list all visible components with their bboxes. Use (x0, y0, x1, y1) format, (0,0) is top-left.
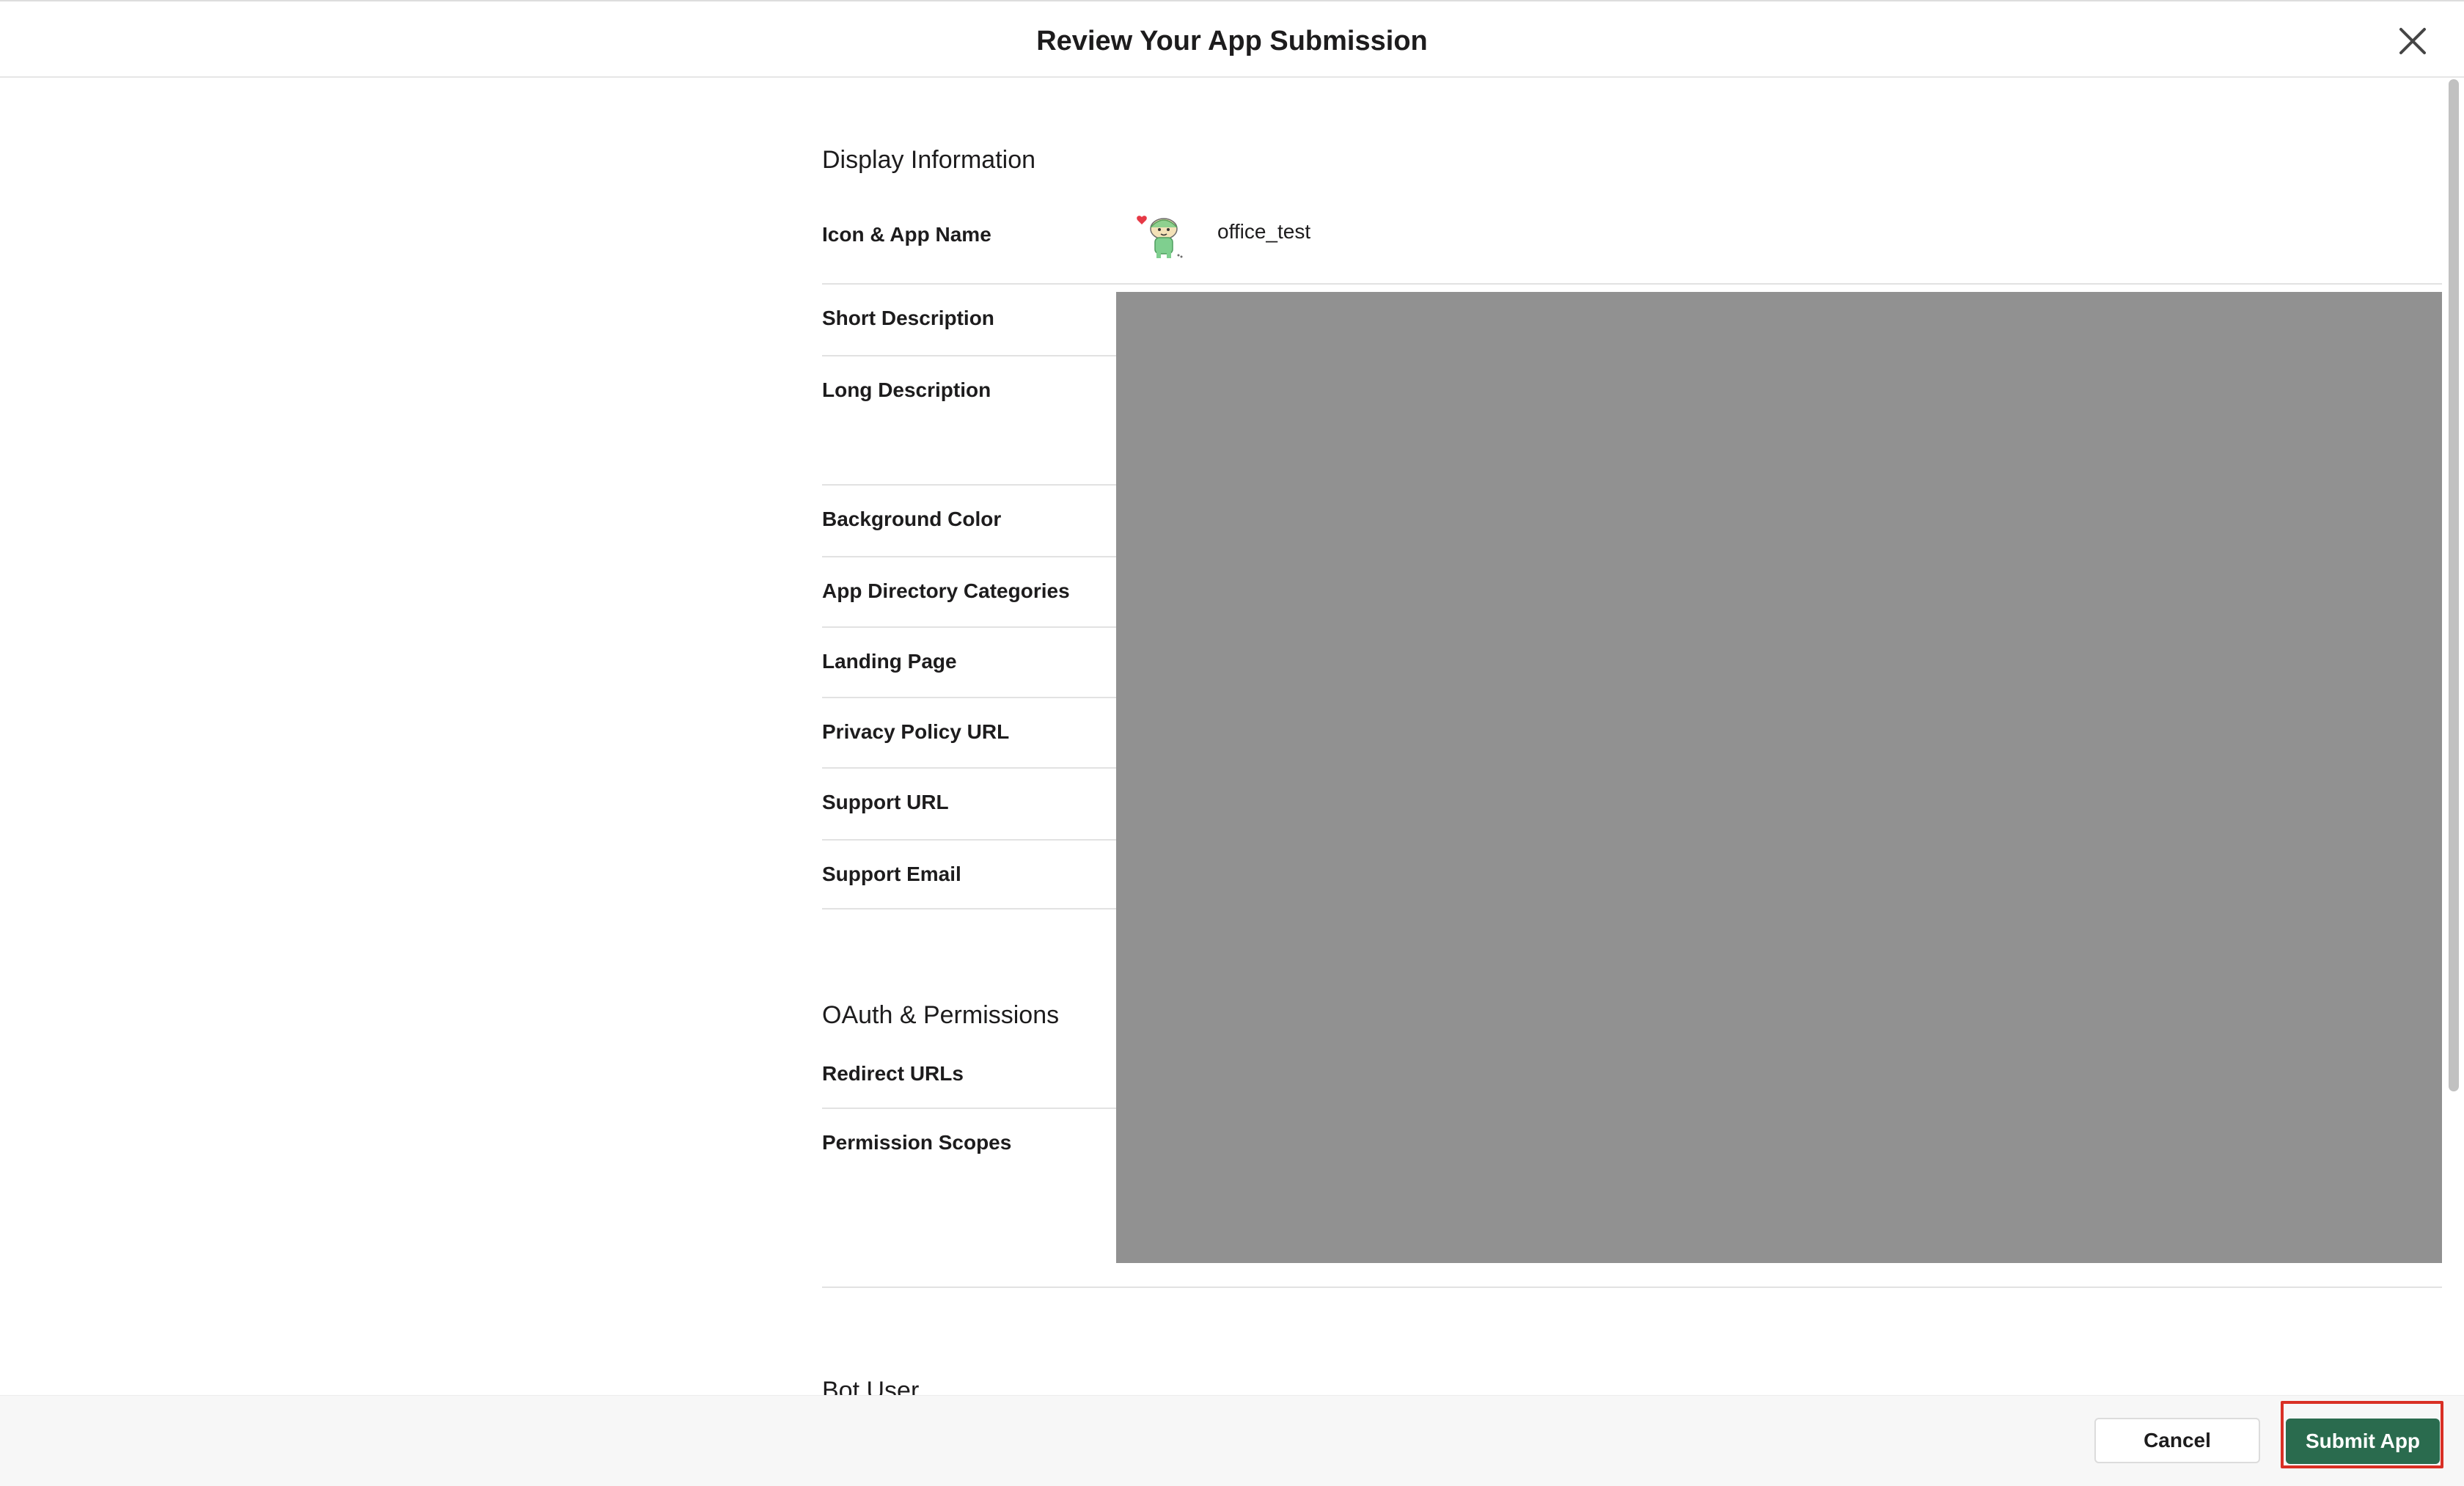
row-label-short-description: Short Description (822, 307, 994, 329)
row-label-icon-app-name: Icon & App Name (822, 223, 991, 246)
divider (822, 839, 1116, 841)
oauth-permissions-heading: OAuth & Permissions (822, 1001, 1060, 1029)
divider (822, 556, 1116, 557)
row-label-support-email: Support Email (822, 863, 961, 885)
row-label-app-directory-categories: App Directory Categories (822, 579, 1070, 602)
close-icon[interactable] (2392, 21, 2433, 62)
divider (822, 1286, 2442, 1288)
divider (822, 908, 1116, 909)
row-label-redirect-urls: Redirect URLs (822, 1062, 964, 1085)
row-label-landing-page: Landing Page (822, 650, 957, 673)
redacted-content-area (1116, 292, 2442, 1263)
row-label-permission-scopes: Permission Scopes (822, 1131, 1012, 1154)
divider (822, 484, 1116, 486)
cancel-button[interactable]: Cancel (2094, 1418, 2260, 1463)
display-information-heading: Display Information (822, 146, 1036, 174)
modal-body: Display Information Icon & App Name offi… (0, 78, 2445, 1395)
divider (822, 283, 2442, 285)
row-label-background-color: Background Color (822, 508, 1002, 530)
scrollbar-thumb[interactable] (2449, 79, 2459, 1091)
divider (822, 626, 1116, 628)
app-name: office_test (1217, 220, 1311, 243)
row-label-long-description: Long Description (822, 378, 991, 401)
divider (822, 1108, 1116, 1109)
modal-title: Review Your App Submission (1036, 26, 1428, 56)
divider (822, 355, 1116, 356)
app-icon (1134, 208, 1187, 261)
row-label-support-url: Support URL (822, 791, 949, 813)
submit-app-button[interactable]: Submit App (2286, 1419, 2440, 1464)
modal-header: Review Your App Submission (0, 0, 2464, 78)
review-submission-modal: Review Your App Submission Display Infor… (0, 0, 2464, 1486)
row-label-privacy-policy-url: Privacy Policy URL (822, 720, 1010, 743)
divider (822, 767, 1116, 769)
divider (822, 697, 1116, 698)
bot-user-heading: Bot User (822, 1377, 920, 1395)
